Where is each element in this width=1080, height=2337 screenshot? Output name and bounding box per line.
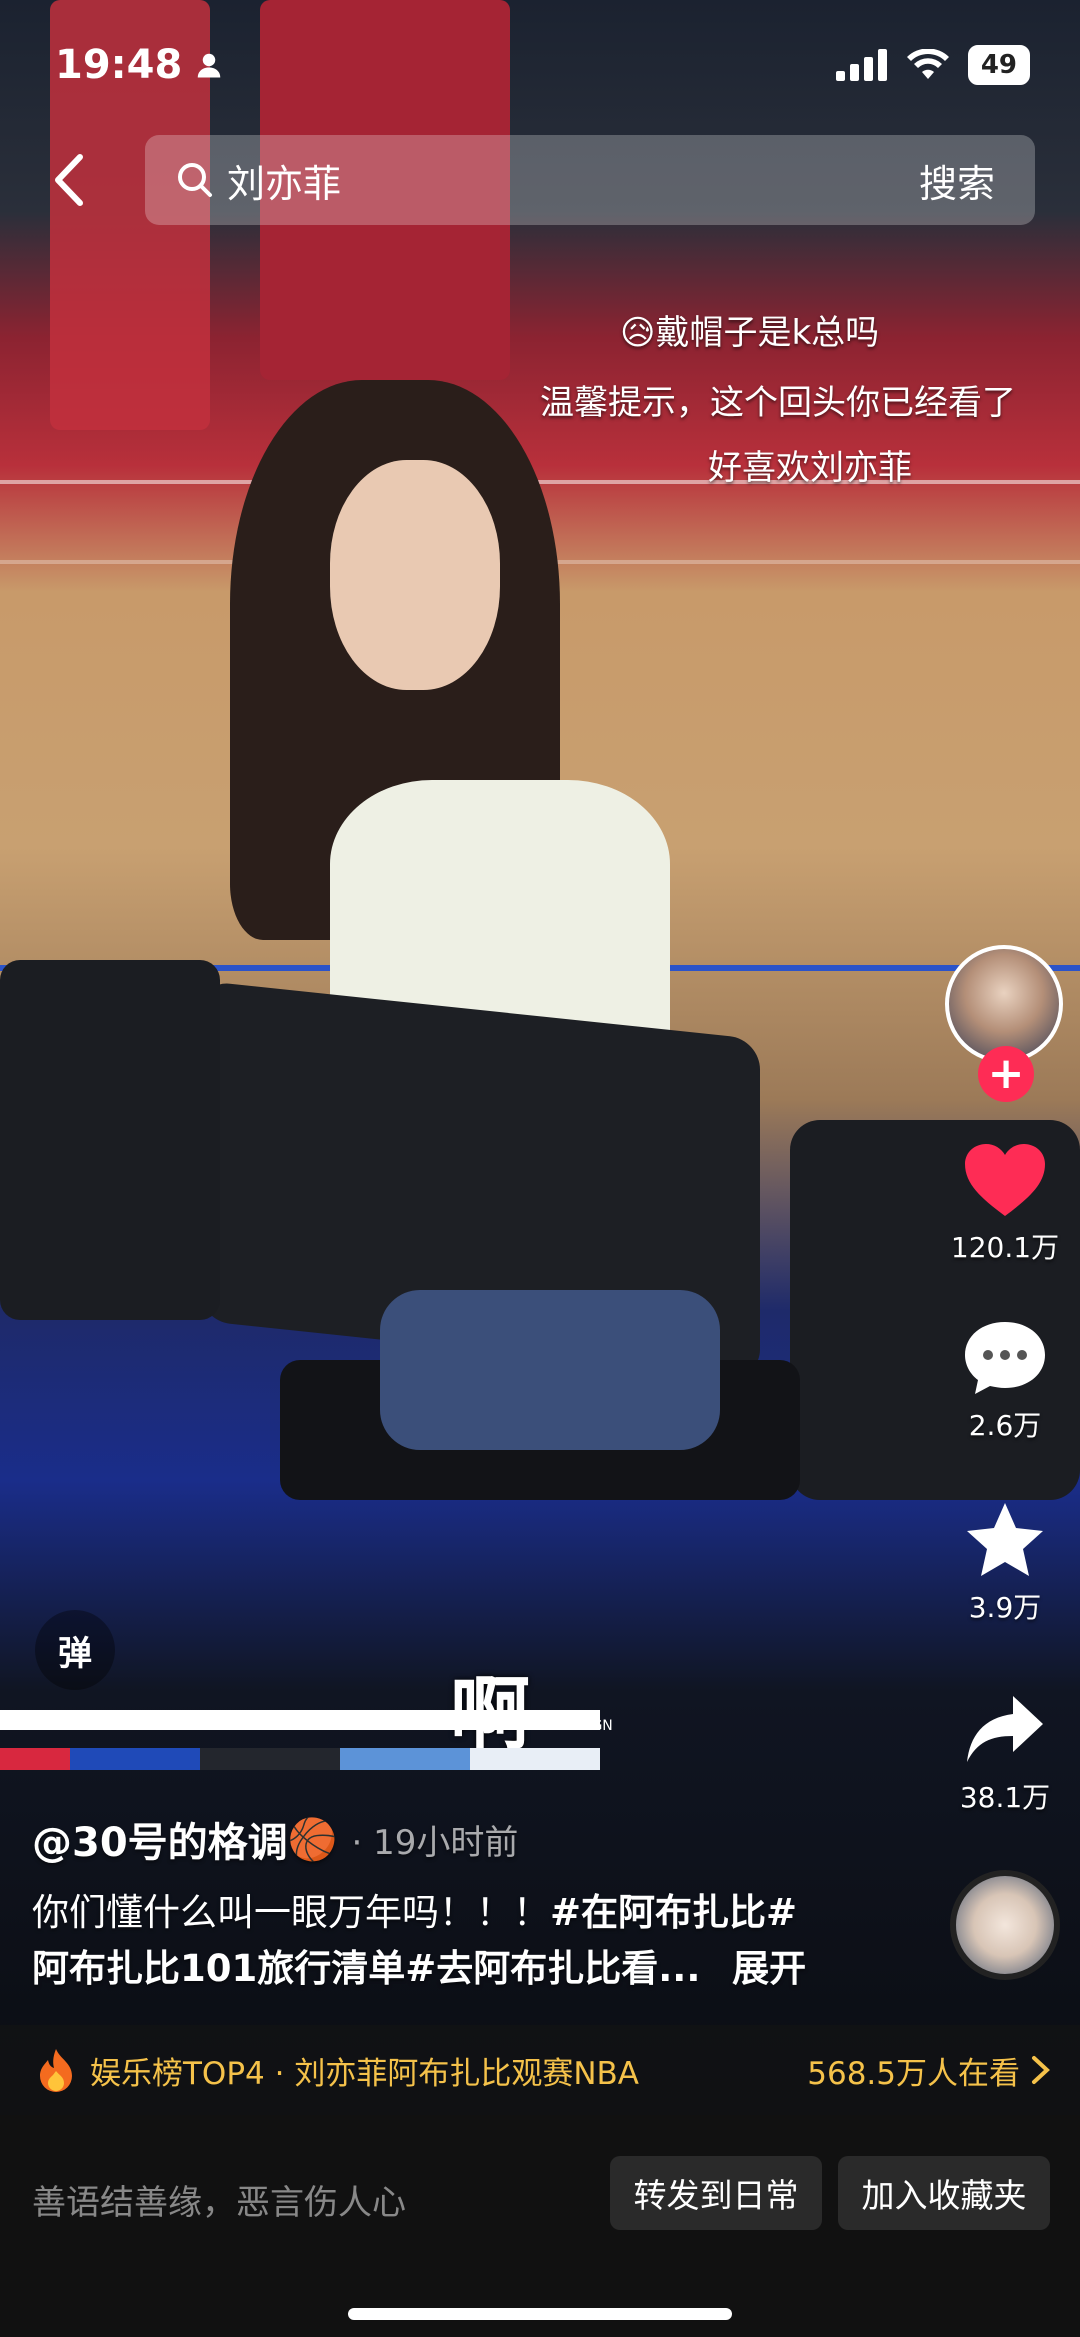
video-player[interactable]: 啊 RED DESIGN (0, 0, 1080, 2115)
danmaku-text: 好喜欢刘亦菲 (708, 448, 912, 488)
post-author[interactable]: @30号的格调 🏀 · 19小时前 (32, 1810, 518, 1868)
signal-icon (835, 49, 887, 81)
comment-button[interactable]: 2.6万 (940, 1318, 1070, 1444)
heart-icon (965, 1144, 1045, 1216)
share-icon (967, 1696, 1043, 1762)
share-count: 38.1万 (959, 1781, 1051, 1814)
danmaku-text: 温馨提示，这个回头你已经看了 (540, 383, 1016, 423)
post-caption[interactable]: 你们懂什么叫一眼万年吗！！！#在阿布扎比# 阿布扎比101旅行清单#去阿布扎比看… (32, 1885, 912, 1997)
like-button[interactable]: 120.1万 (940, 1140, 1070, 1266)
danmaku-item: 😥戴帽子是k总吗 (620, 305, 879, 354)
person-icon (198, 53, 221, 78)
status-time: 19:48 (55, 42, 183, 88)
fire-icon (40, 2049, 72, 2092)
back-icon (55, 154, 83, 206)
repost-button[interactable]: 转发到日常 (610, 2156, 822, 2230)
expand-button[interactable]: 展开 (732, 1947, 806, 1990)
comment-count: 2.6万 (968, 1409, 1042, 1442)
search-button[interactable]: 搜索 (919, 153, 995, 208)
search-input[interactable]: 刘亦菲 搜索 (145, 135, 1035, 225)
danmaku-item: 温馨提示，这个回头你已经看了 (540, 375, 1016, 424)
collect-button[interactable]: 加入收藏夹 (838, 2156, 1050, 2230)
follow-button[interactable]: + (978, 1046, 1034, 1102)
search-row: 刘亦菲 搜索 (0, 135, 1080, 225)
star-icon (967, 1503, 1043, 1576)
bottom-bar: 善语结善缘，恶言伤人心 转发到日常 加入收藏夹 (0, 2115, 1080, 2337)
status-time-group: 19:48 (55, 42, 224, 88)
caption-text: 阿布扎比101旅行清单#去阿布扎比看... (32, 1947, 701, 1990)
hashtag-link[interactable]: #在阿布扎比# (550, 1891, 797, 1934)
hot-watch-count: 568.5万人在看 (807, 2055, 1020, 2092)
music-disc[interactable] (950, 1870, 1060, 1980)
danmaku-item: 好喜欢刘亦菲 (708, 440, 912, 489)
chevron-right-icon (1032, 2056, 1050, 2084)
author-name[interactable]: @30号的格调 (32, 1810, 288, 1868)
author-emoji: 🏀 (287, 1816, 338, 1863)
hot-list-bar[interactable]: 娱乐榜TOP4 · 刘亦菲阿布扎比观赛NBA 568.5万人在看 (0, 2025, 1080, 2115)
favorite-count: 3.9万 (968, 1591, 1042, 1624)
comment-icon (965, 1322, 1045, 1394)
wifi-icon (906, 49, 949, 79)
share-button[interactable]: 38.1万 (940, 1690, 1070, 1816)
caption-text: 你们懂什么叫一眼万年吗！！！ (32, 1891, 550, 1934)
home-indicator[interactable] (348, 2308, 732, 2320)
status-bar: 19:48 49 (0, 0, 1080, 130)
danmu-toggle-button[interactable]: 弹 (35, 1610, 115, 1690)
video-progress-graphic (0, 1710, 600, 1770)
like-count: 120.1万 (950, 1231, 1060, 1264)
back-button[interactable] (40, 150, 100, 210)
comment-input[interactable]: 善语结善缘，恶言伤人心 (32, 2175, 406, 2224)
search-icon (178, 163, 212, 197)
hot-list-label: 娱乐榜TOP4 · 刘亦菲阿布扎比观赛NBA (90, 2055, 639, 2092)
danmaku-text: 戴帽子是k总吗 (655, 313, 880, 353)
status-right: 49 (835, 45, 1030, 85)
battery-indicator: 49 (967, 45, 1030, 85)
danmaku-emoji: 😥 (620, 313, 656, 353)
search-query: 刘亦菲 (227, 161, 342, 206)
post-time: · 19小时前 (351, 1822, 519, 1863)
favorite-button[interactable]: 3.9万 (940, 1500, 1070, 1626)
